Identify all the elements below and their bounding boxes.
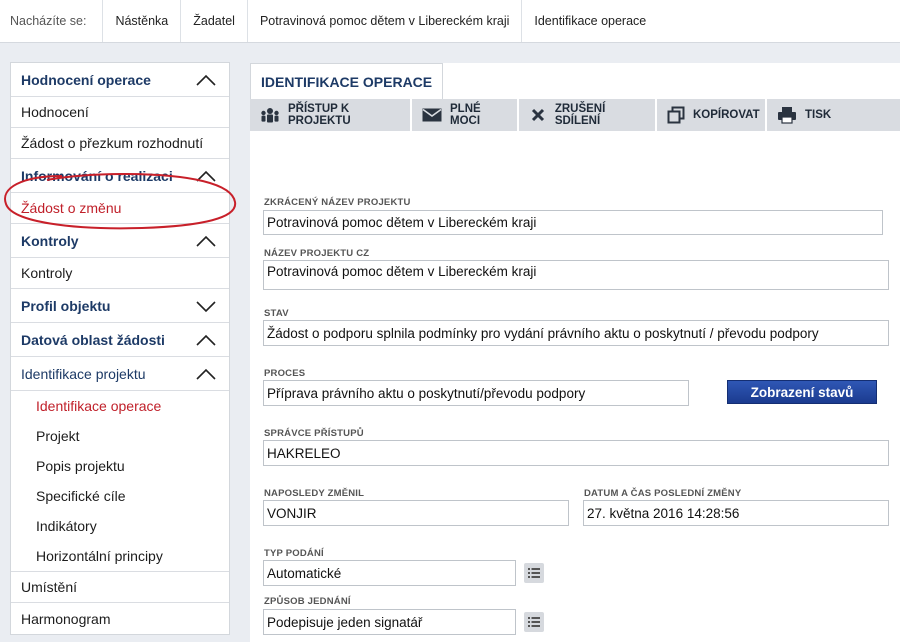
process-label: PROCES	[264, 368, 306, 379]
sidebar-item-identifikace-operace[interactable]: Identifikace operace	[11, 391, 229, 421]
access-admin-label: SPRÁVCE PŘÍSTUPŮ	[264, 428, 364, 439]
sidebar-section-label: Profil objektu	[21, 297, 111, 314]
last-changed-by-label: NAPOSLEDY ZMĚNIL	[264, 488, 365, 499]
chevron-up-icon[interactable]	[195, 333, 217, 347]
tab-identifikace-operace[interactable]: IDENTIFIKACE OPERACE	[250, 63, 444, 100]
breadcrumb-item-project[interactable]: Potravinová pomoc dětem v Libereckém kra…	[248, 0, 523, 42]
sidebar-item-label: Umístění	[21, 579, 78, 595]
breadcrumb-item-nastenka[interactable]: Nástěnka	[103, 0, 182, 42]
sidebar-item-indikatory[interactable]: Indikátory	[11, 511, 229, 541]
sidebar-item-label: Popis projektu	[36, 458, 125, 474]
conduct-label: ZPŮSOB JEDNÁNÍ	[264, 596, 351, 607]
chevron-up-icon[interactable]	[195, 169, 217, 183]
copy-button[interactable]: KOPÍROVAT	[657, 99, 767, 131]
sidebar-item-zadost-o-prezkum[interactable]: Žádost o přezkum rozhodnutí	[11, 128, 229, 159]
powers-of-attorney-button[interactable]: PLNÉ MOCI	[412, 99, 519, 131]
sidebar-item-kontroly[interactable]: Kontroly	[11, 258, 229, 289]
sidebar-item-label: Identifikace operace	[36, 398, 162, 414]
sidebar-item-label: Hodnocení	[21, 104, 89, 120]
state-field[interactable]: Žádost o podporu splnila podmínky pro vy…	[263, 320, 889, 346]
sidebar-item-projekt[interactable]: Projekt	[11, 421, 229, 451]
process-field[interactable]: Příprava právního aktu o poskytnutí/přev…	[263, 380, 689, 406]
chevron-up-icon[interactable]	[195, 73, 217, 87]
identification-form: ZKRÁCENÝ NÁZEV PROJEKTU Potravinová pomo…	[250, 131, 900, 642]
name-cz-label: NÁZEV PROJEKTU CZ	[264, 248, 370, 259]
sidebar-nav: Hodnocení operace Hodnocení Žádost o pře…	[10, 62, 230, 635]
sidebar-section-identifikace-projektu[interactable]: Identifikace projektu	[11, 357, 229, 391]
sidebar-section-label: Identifikace projektu	[21, 365, 146, 382]
sidebar-section-profil-objektu[interactable]: Profil objektu	[11, 289, 229, 323]
toolbar-label: ZRUŠENÍ SDÍLENÍ	[554, 103, 606, 127]
access-button[interactable]: PŘÍSTUP K PROJEKTU	[250, 99, 412, 131]
sidebar-item-zadost-o-zmenu[interactable]: Žádost o změnu	[11, 193, 229, 224]
envelope-icon	[422, 107, 442, 123]
sidebar-section-kontroly[interactable]: Kontroly	[11, 224, 229, 258]
conduct-field[interactable]: Podepisuje jeden signatář	[263, 609, 516, 635]
sidebar-item-label: Indikátory	[36, 518, 97, 534]
sidebar-item-label: Harmonogram	[21, 610, 111, 627]
last-change-label: DATUM A ČAS POSLEDNÍ ZMĚNY	[584, 488, 742, 499]
sidebar-item-label: Projekt	[36, 428, 80, 444]
sidebar-section-hodnoceni-operace[interactable]: Hodnocení operace	[11, 63, 229, 97]
sidebar-item-label: Horizontální principy	[36, 548, 163, 564]
chevron-up-icon[interactable]	[195, 234, 217, 248]
list-icon[interactable]	[524, 563, 544, 583]
list-icon[interactable]	[524, 612, 544, 632]
sidebar-section-label: Kontroly	[21, 232, 79, 249]
toolbar: PŘÍSTUP K PROJEKTU PLNÉ MOCI ZRUŠENÍ SDÍ…	[250, 99, 900, 131]
cancel-sharing-button[interactable]: ZRUŠENÍ SDÍLENÍ	[519, 99, 657, 131]
main-panel: IDENTIFIKACE OPERACE PŘÍSTUP K PROJEKTU …	[250, 63, 900, 642]
short-name-field[interactable]: Potravinová pomoc dětem v Libereckém kra…	[263, 210, 883, 235]
short-name-label: ZKRÁCENÝ NÁZEV PROJEKTU	[264, 197, 411, 208]
sidebar-item-label: Žádost o přezkum rozhodnutí	[21, 135, 204, 151]
state-label: STAV	[264, 308, 289, 319]
sidebar-subgroup: Identifikace operace Projekt Popis proje…	[11, 391, 229, 572]
last-change-field[interactable]: 27. května 2016 14:28:56	[583, 500, 889, 526]
close-icon	[529, 107, 547, 123]
printer-icon	[777, 107, 797, 124]
sidebar-item-harmonogram[interactable]: Harmonogram	[11, 603, 229, 634]
breadcrumb-item-zadatel[interactable]: Žadatel	[181, 0, 248, 42]
people-icon	[260, 107, 280, 123]
sidebar-section-label: Informování o realizaci	[21, 167, 173, 184]
sidebar-item-label: Kontroly	[21, 265, 73, 281]
chevron-down-icon[interactable]	[195, 299, 217, 313]
copy-icon	[667, 106, 685, 124]
show-states-button[interactable]: Zobrazení stavů	[727, 380, 877, 404]
toolbar-label: KOPÍROVAT	[693, 109, 760, 121]
toolbar-label: PLNÉ MOCI	[450, 103, 481, 127]
sidebar-section-datova-oblast[interactable]: Datová oblast žádosti	[11, 323, 229, 357]
name-cz-field[interactable]: Potravinová pomoc dětem v Libereckém kra…	[263, 260, 889, 290]
toolbar-label: PŘÍSTUP K PROJEKTU	[288, 103, 351, 127]
sidebar-section-label: Datová oblast žádosti	[21, 331, 165, 348]
breadcrumb-item-current: Identifikace operace	[534, 14, 647, 28]
sidebar-item-specificke-cile[interactable]: Specifické cíle	[11, 481, 229, 511]
sidebar-item-label: Žádost o změnu	[21, 200, 122, 216]
sidebar-section-label: Hodnocení operace	[21, 71, 151, 88]
sidebar-item-umisteni[interactable]: Umístění	[11, 572, 229, 603]
access-admin-field[interactable]: HAKRELEO	[263, 440, 889, 466]
submission-type-field[interactable]: Automatické	[263, 560, 516, 586]
last-changed-by-field[interactable]: VONJIR	[263, 500, 569, 526]
sidebar-item-horizontalni-principy[interactable]: Horizontální principy	[11, 541, 229, 571]
chevron-up-icon[interactable]	[195, 367, 217, 381]
sidebar-item-popis-projektu[interactable]: Popis projektu	[11, 451, 229, 481]
toolbar-label: TISK	[805, 109, 832, 121]
print-button[interactable]: TISK	[767, 99, 837, 131]
sidebar-section-informovani[interactable]: Informování o realizaci	[11, 159, 229, 193]
breadcrumb: Nacházíte se: Nástěnka Žadatel Potravino…	[0, 0, 900, 43]
breadcrumb-prefix: Nacházíte se:	[0, 0, 104, 42]
sidebar-item-label: Specifické cíle	[36, 488, 126, 504]
submission-type-label: TYP PODÁNÍ	[264, 548, 324, 559]
sidebar-item-hodnoceni[interactable]: Hodnocení	[11, 97, 229, 128]
